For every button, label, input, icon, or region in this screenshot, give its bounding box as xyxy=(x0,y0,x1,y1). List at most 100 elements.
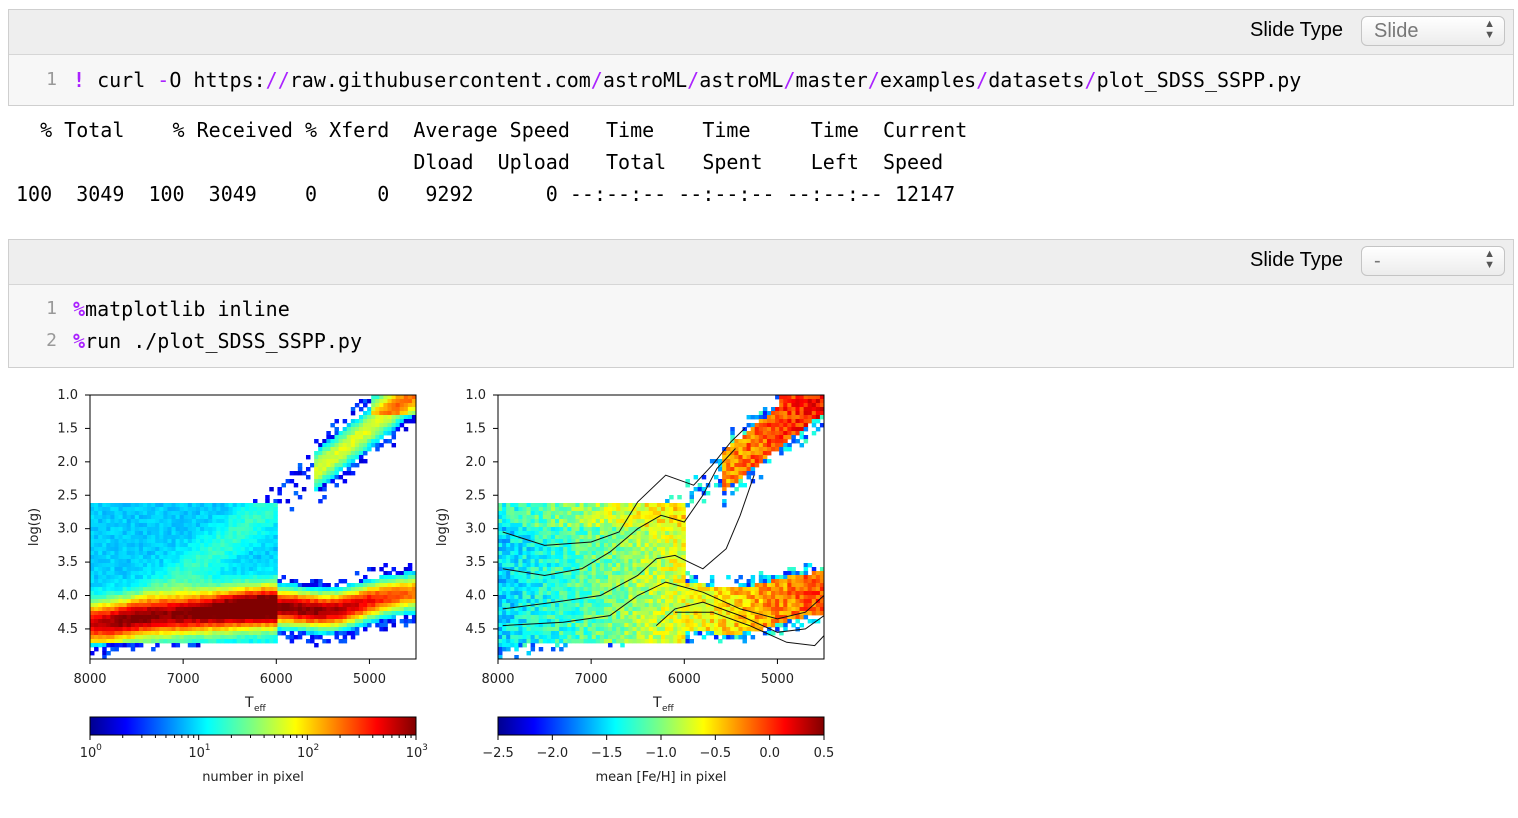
heatmap-cell xyxy=(701,619,707,624)
heatmap-cell xyxy=(713,623,719,628)
heatmap-cell xyxy=(130,599,136,604)
heatmap-cell xyxy=(746,439,752,444)
heatmap-cell xyxy=(795,619,800,624)
heatmap-cell xyxy=(277,607,282,612)
heatmap-cell xyxy=(248,579,254,584)
heatmap-cell xyxy=(126,639,132,644)
heatmap-cell xyxy=(624,507,629,512)
heatmap-cell xyxy=(538,535,544,540)
heatmap-cell xyxy=(163,591,168,596)
heatmap-cell xyxy=(212,615,217,620)
heatmap-cell xyxy=(705,583,711,588)
heatmap-cell xyxy=(399,571,405,576)
heatmap-cell xyxy=(253,567,258,572)
heatmap-cell xyxy=(583,611,589,616)
heatmap-cell xyxy=(175,631,181,636)
heatmap-cell xyxy=(106,567,111,572)
heatmap-cell xyxy=(603,579,609,584)
heatmap-cell xyxy=(534,515,540,520)
heatmap-cell xyxy=(134,611,140,616)
heatmap-cell xyxy=(367,567,372,572)
heatmap-cell xyxy=(130,539,136,544)
heatmap-cell xyxy=(195,591,201,596)
heatmap-cell xyxy=(90,627,95,632)
x-tick-label: 7000 xyxy=(167,672,200,687)
heatmap-cell xyxy=(734,599,739,604)
heatmap-cell xyxy=(187,599,193,604)
heatmap-cell xyxy=(334,635,339,640)
heatmap-cell xyxy=(187,551,193,556)
heatmap-cell xyxy=(102,575,107,580)
heatmap-cell xyxy=(183,595,189,600)
heatmap-cell xyxy=(762,443,768,448)
heatmap-cell xyxy=(779,443,784,448)
heatmap-cell xyxy=(563,539,568,544)
heatmap-cell xyxy=(534,607,540,612)
heatmap-cell xyxy=(159,603,164,608)
heatmap-cell xyxy=(253,591,258,596)
heatmap-cell xyxy=(612,627,617,632)
heatmap-cell xyxy=(265,503,270,508)
heatmap-cell xyxy=(134,583,140,588)
heatmap-cell xyxy=(334,471,339,476)
heatmap-cell xyxy=(665,603,670,608)
heatmap-cell xyxy=(106,555,111,560)
heatmap-cell xyxy=(265,507,270,512)
heatmap-cell xyxy=(616,511,621,516)
heatmap-cell xyxy=(208,627,213,632)
heatmap-cell xyxy=(734,479,739,484)
heatmap-cell xyxy=(122,579,128,584)
heatmap-cell xyxy=(542,563,548,568)
heatmap-cell xyxy=(555,643,560,648)
heatmap-cell xyxy=(514,587,519,592)
heatmap-cell xyxy=(159,591,164,596)
heatmap-cell xyxy=(305,639,311,644)
heatmap-cell xyxy=(187,543,193,548)
heatmap-cell xyxy=(677,507,682,512)
heatmap-cell xyxy=(526,551,531,556)
heatmap-cell xyxy=(187,563,193,568)
heatmap-cell xyxy=(98,619,103,624)
code-cell-1[interactable]: Slide Type Slide ▲ ▼ 1 ! curl -O https://… xyxy=(8,9,1514,106)
heatmap-cell xyxy=(179,579,185,584)
heatmap-cell xyxy=(98,599,103,604)
heatmap-cell xyxy=(407,607,413,612)
heatmap-cell xyxy=(709,583,715,588)
heatmap-cell xyxy=(367,411,372,416)
heatmap-cell xyxy=(608,627,613,632)
heatmap-cell xyxy=(159,507,164,512)
heatmap-cell xyxy=(130,631,136,636)
heatmap-cell xyxy=(342,631,348,636)
heatmap-cell xyxy=(257,575,262,580)
heatmap-cell xyxy=(269,563,274,568)
heatmap-cell xyxy=(195,515,201,520)
heatmap-cell xyxy=(742,439,747,444)
url-sep: / xyxy=(687,68,700,92)
code-cell-2[interactable]: Slide Type - ▲ ▼ 1 %matplotlib inline 2 %… xyxy=(8,239,1514,368)
heatmap-cell xyxy=(522,599,527,604)
slide-type-select[interactable]: Slide ▲ ▼ xyxy=(1361,16,1505,46)
heatmap-cell xyxy=(632,631,637,636)
heatmap-cell xyxy=(346,587,352,592)
heatmap-cell xyxy=(122,555,128,560)
heatmap-cell xyxy=(546,575,552,580)
heatmap-cell xyxy=(387,611,392,616)
slide-type-select[interactable]: - ▲ ▼ xyxy=(1361,246,1505,276)
heatmap-cell xyxy=(244,515,250,520)
heatmap-cell xyxy=(330,607,335,612)
heatmap-cell xyxy=(171,563,176,568)
heatmap-cell xyxy=(191,615,197,620)
heatmap-cell xyxy=(261,591,266,596)
heatmap-cell xyxy=(289,627,295,632)
heatmap-cell xyxy=(502,611,507,616)
heatmap-cell xyxy=(167,559,172,564)
heatmap-cell xyxy=(738,575,743,580)
heatmap-cell xyxy=(697,607,703,612)
heatmap-cell xyxy=(175,611,181,616)
heatmap-cell xyxy=(281,611,286,616)
heatmap-cell xyxy=(94,647,99,652)
heatmap-cell xyxy=(510,511,515,516)
heatmap-cell xyxy=(240,551,246,556)
heatmap-cell xyxy=(750,415,756,420)
heatmap-cell xyxy=(183,567,189,572)
